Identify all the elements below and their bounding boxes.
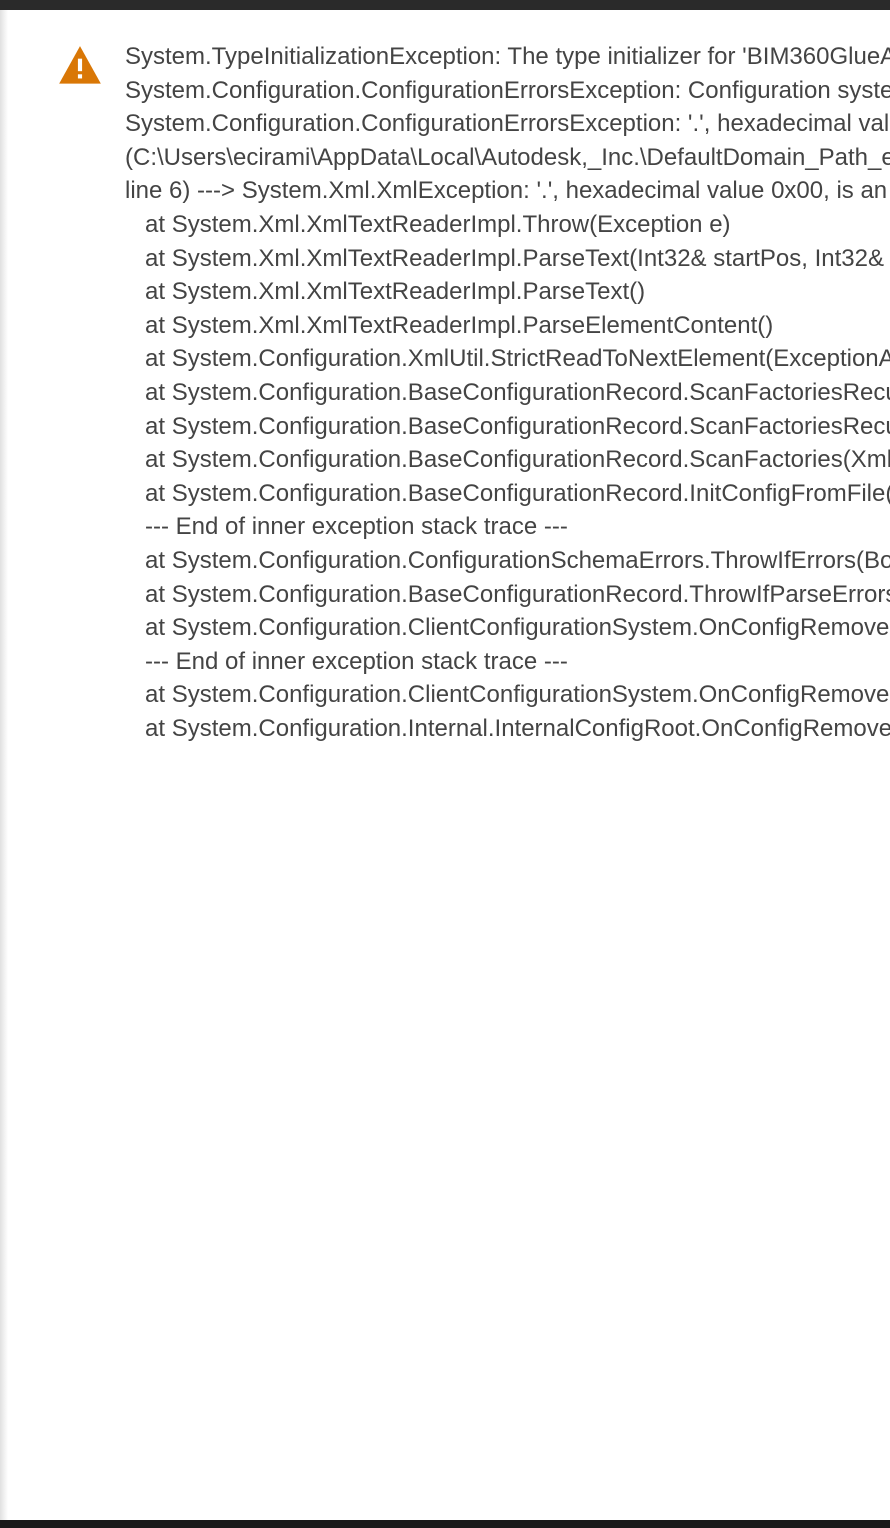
window-titlebar (0, 0, 890, 10)
error-dialog-content: System.TypeInitializationException: The … (0, 10, 890, 745)
warning-icon (55, 42, 105, 92)
taskbar-edge (0, 1520, 890, 1528)
error-message-text: System.TypeInitializationException: The … (125, 40, 890, 745)
window-left-edge (0, 10, 8, 1528)
